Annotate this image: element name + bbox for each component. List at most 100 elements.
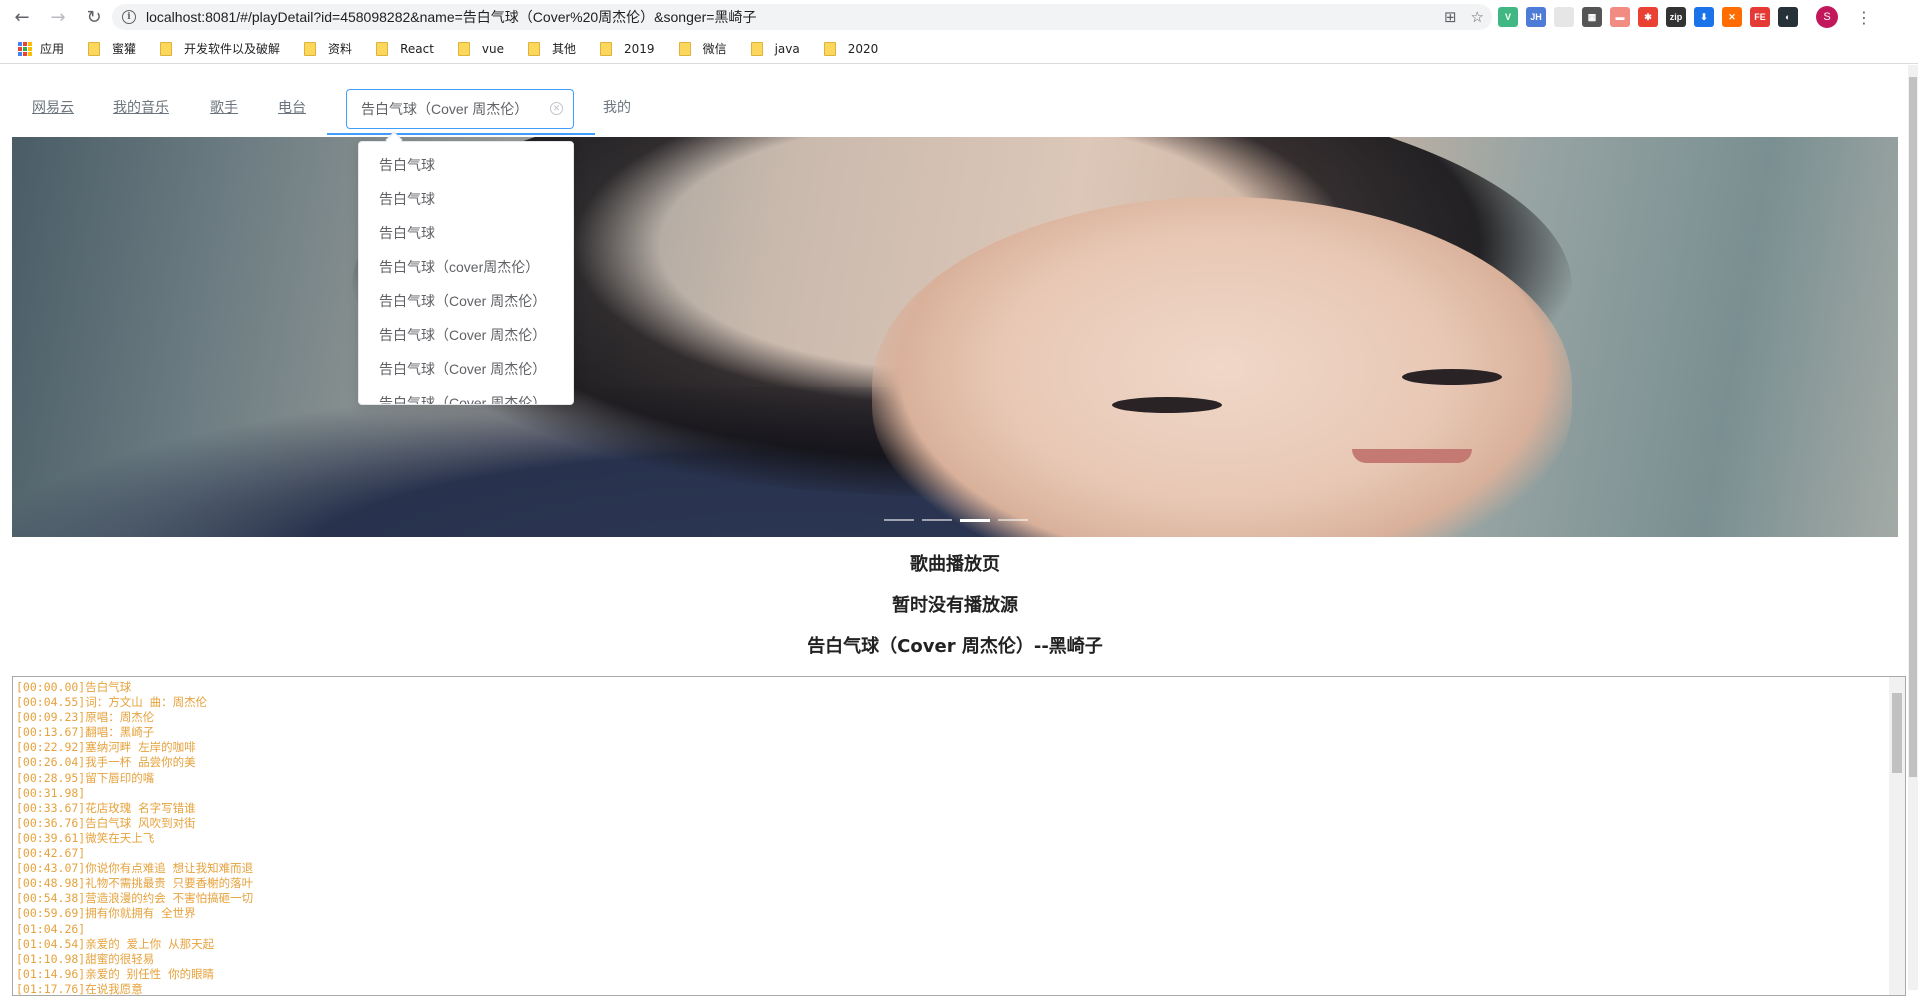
ext-red-extension-icon[interactable]: ▬ [1610,7,1630,27]
lyric-line: [00:22.92]塞纳河畔 左岸的咖啡 [16,740,196,755]
app: 网易云 我的音乐 歌手 电台 ✕ 我的 告白气球告白气球告白气球告白气球（cov… [0,65,1918,996]
suggestion-item[interactable]: 告白气球（Cover 周杰伦） [359,318,573,352]
carousel-dot[interactable] [960,519,990,522]
bookmark-item[interactable]: 2019 [600,41,655,56]
bookmark-item[interactable]: 2020 [823,41,879,56]
bookmark-item[interactable]: 开发软件以及破解 [160,40,280,57]
bookmark-item[interactable]: java [750,41,800,56]
bookmark-item[interactable]: 应用 [18,40,64,57]
lyric-line: [00:43.07]你说你有点难追 想让我知难而退 [16,861,254,876]
bookmark-label: java [774,41,800,56]
lyric-line: [00:59.69]拥有你就拥有 全世界 [16,906,196,921]
lyrics-scroll-thumb[interactable] [1892,693,1902,773]
bookmark-label: 微信 [702,42,727,56]
search-box[interactable]: ✕ [346,89,574,129]
lyric-line: [00:13.67]翻唱：黑崎子 [16,725,155,740]
nav-singer[interactable]: 歌手 [210,97,238,117]
ext-orange-extension-icon[interactable]: ✕ [1722,7,1742,27]
nav-radio[interactable]: 电台 [278,97,306,117]
folder-icon [823,41,836,56]
nav-my-music[interactable]: 我的音乐 [113,97,169,117]
page-scrollbar[interactable] [1908,65,1918,990]
nav-mine[interactable]: 我的 [603,97,631,117]
bookmark-star-icon[interactable]: ☆ [1471,8,1484,26]
suggestion-list: 告白气球 告白气球 告白气球 告白气球（cover周杰伦） 告白气球（Cover 周杰伦… [359,142,573,404]
banner-image-mouth [1352,449,1472,463]
lyric-line: [00:26.04]我手一杯 品尝你的美 [16,755,196,770]
suggestion-item[interactable]: 告白气球（Cover 周杰伦） [359,352,573,386]
lyrics-scrollbar[interactable] [1889,677,1905,995]
more-menu-icon[interactable]: ⋮ [1856,8,1872,27]
lyric-line: [00:33.67]花店玫瑰 名字写错谁 [16,800,196,815]
song-title: 告白气球（Cover 周杰伦）--黑崎子 [807,636,1103,657]
bookmark-item[interactable]: React [376,41,434,56]
suggestion-item[interactable]: 告白气球（Cover 周杰伦） [359,386,573,404]
nav-home[interactable]: 网易云 [32,97,74,117]
folder-icon [457,41,470,56]
lyric-line: [00:54.38]营造浪漫的约会 不害怕搞砸一切 [16,891,254,906]
suggestion-item[interactable]: 告白气球 [359,182,573,216]
carousel-dot[interactable] [922,519,952,521]
suggestion-item[interactable]: 告白气球（Cover 周杰伦） [359,284,573,318]
search-suggestions: 告白气球 告白气球 告白气球 告白气球（cover周杰伦） 告白气球（Cover 周杰伦… [358,141,574,405]
translate-icon[interactable]: ⊞ [1444,8,1457,26]
qr-extension-icon[interactable]: ▦ [1582,7,1602,27]
bookmark-label: 蜜獾 [112,42,137,56]
clear-icon[interactable]: ✕ [550,102,563,115]
save-extension-icon[interactable]: ⬇ [1694,7,1714,27]
bookmarks-bar: 应用 蜜獾 开发软件以及破解 资料 React vue 其他 2019 微信 java 2020 [0,34,1918,64]
bookmark-item[interactable]: 蜜獾 [88,40,136,57]
folder-icon [750,41,763,56]
no-source-message: 暂时没有播放源 [892,595,1018,616]
fe-extension-icon[interactable]: FE [1750,7,1770,27]
folder-icon [376,41,389,56]
bookmark-label: 开发软件以及破解 [184,42,281,56]
bookmark-item[interactable]: 其他 [528,40,576,57]
bookmark-item[interactable]: 微信 [678,40,727,57]
bookmark-item[interactable]: 资料 [304,40,352,57]
carousel-indicators [884,519,1028,522]
banner-image-eye [1112,397,1222,413]
blank-extension-icon[interactable] [1554,7,1574,27]
forward-icon[interactable]: → [44,3,72,31]
suggestion-item[interactable]: 告白气球（cover周杰伦） [359,250,573,284]
url-text: localhost:8081/#/playDetail?id=458098282… [146,9,757,25]
bookmark-label: React [400,41,434,56]
address-bar[interactable]: i localhost:8081/#/playDetail?id=4580982… [112,4,1492,30]
lyric-line: [00:42.67] [16,846,86,861]
vue-devtools-extension-icon[interactable]: V [1498,7,1518,27]
song-header: 歌曲播放页 暂时没有播放源 告白气球（Cover 周杰伦）--黑崎子 [0,550,1910,673]
search-input[interactable] [361,101,531,117]
ext-star-extension-icon[interactable]: ✱ [1638,7,1658,27]
lyric-line: [00:00.00]告白气球 [16,680,132,694]
back-icon[interactable]: ← [8,3,36,31]
bookmark-label: 2020 [847,41,879,56]
bookmark-label: vue [481,41,504,56]
banner-carousel[interactable] [12,137,1898,537]
ext-dark-extension-icon[interactable]: ◐ [1778,7,1798,27]
apps-icon [18,41,32,56]
lyric-line: [00:36.76]告白气球 风吹到对街 [16,815,196,830]
carousel-dot[interactable] [998,519,1028,521]
lyric-line: [01:17.76]在说我愿意 [16,981,143,995]
page-scroll-thumb[interactable] [1909,77,1917,777]
lyric-line: [01:14.96]亲爱的 别任性 你的眼睛 [16,966,215,981]
info-icon[interactable]: i [122,10,136,24]
bookmark-label: 应用 [40,42,65,56]
active-tab-underline [327,133,595,135]
carousel-dot[interactable] [884,519,914,521]
bookmark-label: 其他 [552,42,577,56]
extensions-bar: V JH ▦ ▬ ✱ zip ⬇ ✕ FE ◐ S ⋮ [1498,6,1872,28]
bookmark-item[interactable]: vue [457,41,504,56]
suggestion-item[interactable]: 告白气球 [359,216,573,250]
lyric-line: [01:04.26] [16,921,86,936]
jh-extension-icon[interactable]: JH [1526,7,1546,27]
lyric-line: [00:04.55]词：方文山 曲：周杰伦 [16,695,208,710]
profile-avatar[interactable]: S [1816,6,1838,28]
folder-icon [160,41,173,56]
zip-extension-icon[interactable]: zip [1666,7,1686,27]
lyrics-textarea[interactable]: [00:00.00]告白气球 [00:04.55]词：方文山 曲：周杰伦 [00:0… [12,676,1906,996]
lyric-line: [01:10.98]甜蜜的很轻易 [16,951,155,966]
reload-icon[interactable]: ↻ [80,3,108,31]
suggestion-item[interactable]: 告白气球 [359,148,573,182]
